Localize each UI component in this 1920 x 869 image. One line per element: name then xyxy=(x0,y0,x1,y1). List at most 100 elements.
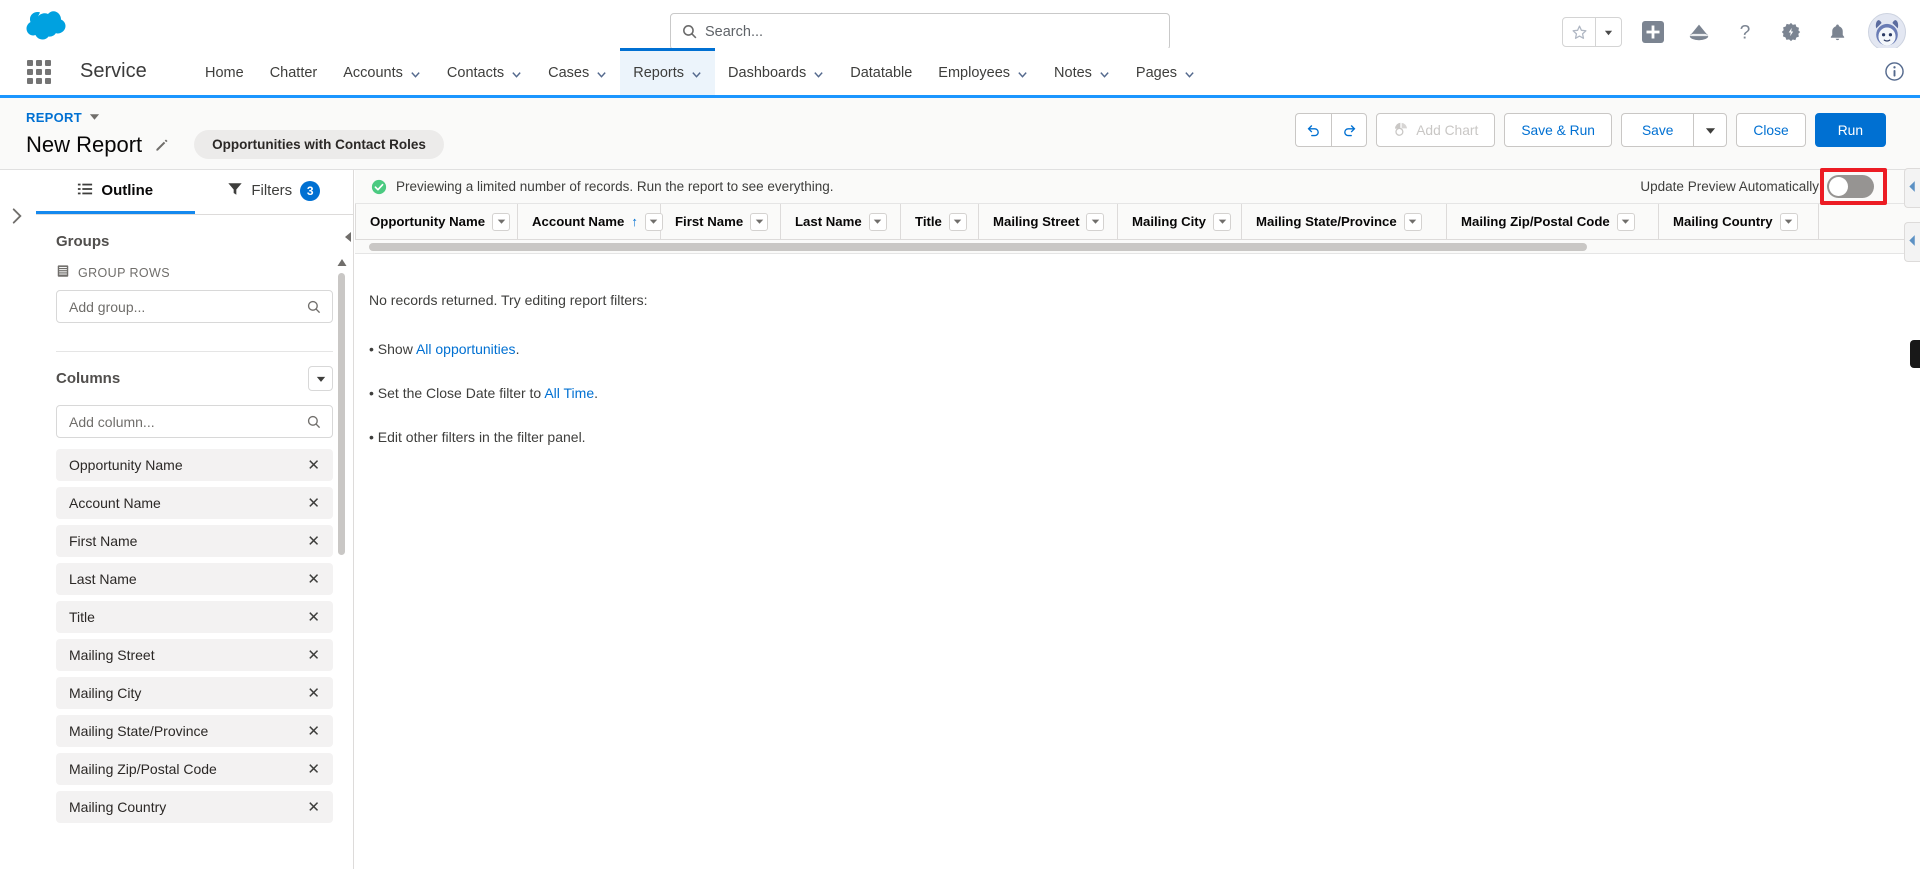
column-header-title[interactable]: Title xyxy=(901,204,979,239)
column-header-mailing-country[interactable]: Mailing Country xyxy=(1659,204,1819,239)
tab-outline[interactable]: Outline xyxy=(36,170,195,214)
column-header-mailing-state-province[interactable]: Mailing State/Province xyxy=(1242,204,1447,239)
remove-column-icon[interactable]: ✕ xyxy=(307,534,320,549)
list-item[interactable]: Opportunity Name ✕ xyxy=(56,449,333,481)
column-menu-icon[interactable] xyxy=(1616,212,1635,231)
list-item[interactable]: Mailing State/Province ✕ xyxy=(56,715,333,747)
column-header-first-name[interactable]: First Name xyxy=(661,204,781,239)
app-launcher-waffle-icon[interactable] xyxy=(25,58,53,86)
right-edge-tab[interactable] xyxy=(1910,340,1920,368)
save-menu-button[interactable] xyxy=(1693,113,1728,147)
search-icon[interactable] xyxy=(306,414,322,430)
column-menu-icon[interactable] xyxy=(750,212,769,231)
breadcrumb[interactable]: REPORT xyxy=(26,110,100,125)
chevron-down-icon[interactable] xyxy=(511,68,522,79)
column-header-opportunity-name[interactable]: Opportunity Name xyxy=(355,204,518,239)
column-header-mailing-zip-postal-code[interactable]: Mailing Zip/Postal Code xyxy=(1447,204,1659,239)
nav-item-datatable[interactable]: Datatable xyxy=(837,48,925,95)
collapse-handle-top[interactable] xyxy=(1904,168,1920,208)
info-icon[interactable] xyxy=(1885,62,1904,81)
redo-button[interactable] xyxy=(1331,113,1368,147)
save-and-run-button[interactable]: Save & Run xyxy=(1504,113,1612,147)
expand-panel-icon[interactable] xyxy=(6,205,28,227)
nav-item-reports[interactable]: Reports xyxy=(620,48,716,95)
column-menu-icon[interactable] xyxy=(868,212,887,231)
save-button[interactable]: Save xyxy=(1620,113,1694,147)
global-search[interactable]: Search... xyxy=(670,13,1170,50)
list-item[interactable]: Mailing City ✕ xyxy=(56,677,333,709)
list-item[interactable]: Account Name ✕ xyxy=(56,487,333,519)
column-header-mailing-city[interactable]: Mailing City xyxy=(1118,204,1242,239)
remove-column-icon[interactable]: ✕ xyxy=(307,572,320,587)
tab-filters[interactable]: Filters 3 xyxy=(195,170,354,214)
undo-button[interactable] xyxy=(1295,113,1332,147)
run-button[interactable]: Run xyxy=(1814,113,1886,147)
close-button[interactable]: Close xyxy=(1736,113,1806,147)
setup-gear-icon[interactable] xyxy=(1776,17,1806,47)
chevron-down-icon[interactable] xyxy=(1099,68,1110,79)
nav-item-accounts[interactable]: Accounts xyxy=(330,48,434,95)
chevron-down-icon[interactable] xyxy=(1184,68,1195,79)
remove-column-icon[interactable]: ✕ xyxy=(307,496,320,511)
add-icon[interactable] xyxy=(1638,17,1668,47)
nav-item-dashboards[interactable]: Dashboards xyxy=(715,48,837,95)
remove-column-icon[interactable]: ✕ xyxy=(307,724,320,739)
chevron-down-icon[interactable] xyxy=(691,68,702,79)
nav-item-employees[interactable]: Employees xyxy=(925,48,1041,95)
app-launcher-cloud-icon[interactable] xyxy=(1684,17,1714,47)
list-item[interactable]: Mailing Zip/Postal Code ✕ xyxy=(56,753,333,785)
search-input[interactable]: Search... xyxy=(670,13,1170,50)
scroll-up-icon[interactable] xyxy=(337,255,347,266)
chevron-down-icon[interactable] xyxy=(813,68,824,79)
help-icon[interactable]: ? xyxy=(1730,17,1760,47)
chevron-down-icon[interactable] xyxy=(1017,68,1028,79)
avatar[interactable] xyxy=(1868,13,1906,51)
chevron-down-icon[interactable] xyxy=(410,68,421,79)
table-horizontal-scrollbar[interactable] xyxy=(345,232,1920,254)
list-item[interactable]: Title ✕ xyxy=(56,601,333,633)
nav-item-pages[interactable]: Pages xyxy=(1123,48,1208,95)
remove-column-icon[interactable]: ✕ xyxy=(307,648,320,663)
all-time-link[interactable]: All Time xyxy=(544,385,594,401)
remove-column-icon[interactable]: ✕ xyxy=(307,800,320,815)
column-header-mailing-street[interactable]: Mailing Street xyxy=(979,204,1118,239)
search-icon[interactable] xyxy=(306,299,322,315)
add-group-input[interactable]: Add group... xyxy=(56,290,333,323)
favorites-group[interactable] xyxy=(1562,17,1622,47)
list-item[interactable]: Mailing Country ✕ xyxy=(56,791,333,823)
nav-item-home[interactable]: Home xyxy=(192,48,257,95)
edit-pencil-icon[interactable] xyxy=(154,137,170,153)
remove-column-icon[interactable]: ✕ xyxy=(307,686,320,701)
salesforce-logo[interactable] xyxy=(18,10,68,46)
list-item[interactable]: Mailing Street ✕ xyxy=(56,639,333,671)
scrollbar-thumb[interactable] xyxy=(338,273,345,555)
nav-item-chatter[interactable]: Chatter xyxy=(257,48,331,95)
column-header-account-name[interactable]: Account Name ↑ xyxy=(518,204,663,239)
column-menu-icon[interactable] xyxy=(1403,212,1422,231)
column-menu-icon[interactable] xyxy=(948,212,967,231)
breadcrumb-caret-icon[interactable] xyxy=(89,111,100,125)
chevron-down-icon[interactable] xyxy=(596,68,607,79)
remove-column-icon[interactable]: ✕ xyxy=(307,610,320,625)
add-column-input[interactable]: Add column... xyxy=(56,405,333,438)
column-menu-icon[interactable] xyxy=(492,212,511,231)
app-name[interactable]: Service xyxy=(80,60,147,83)
column-menu-icon[interactable] xyxy=(1086,212,1105,231)
notifications-bell-icon[interactable] xyxy=(1822,17,1852,47)
sort-ascending-icon[interactable]: ↑ xyxy=(631,214,638,229)
remove-column-icon[interactable]: ✕ xyxy=(307,458,320,473)
collapse-handle-bottom[interactable] xyxy=(1904,222,1920,262)
scroll-down-icon[interactable] xyxy=(337,865,347,869)
all-opportunities-link[interactable]: All opportunities xyxy=(416,341,516,357)
favorites-star-icon[interactable] xyxy=(1563,18,1595,46)
nav-item-notes[interactable]: Notes xyxy=(1041,48,1123,95)
hscrollbar-thumb[interactable] xyxy=(369,243,1587,251)
panel-scrollbar[interactable] xyxy=(337,259,347,865)
nav-item-contacts[interactable]: Contacts xyxy=(434,48,535,95)
add-chart-button[interactable]: Add Chart xyxy=(1376,113,1496,147)
list-item[interactable]: First Name ✕ xyxy=(56,525,333,557)
column-header-last-name[interactable]: Last Name xyxy=(781,204,901,239)
favorites-caret-icon[interactable] xyxy=(1595,18,1621,46)
columns-menu-button[interactable] xyxy=(308,366,333,391)
column-menu-icon[interactable] xyxy=(1779,212,1798,231)
